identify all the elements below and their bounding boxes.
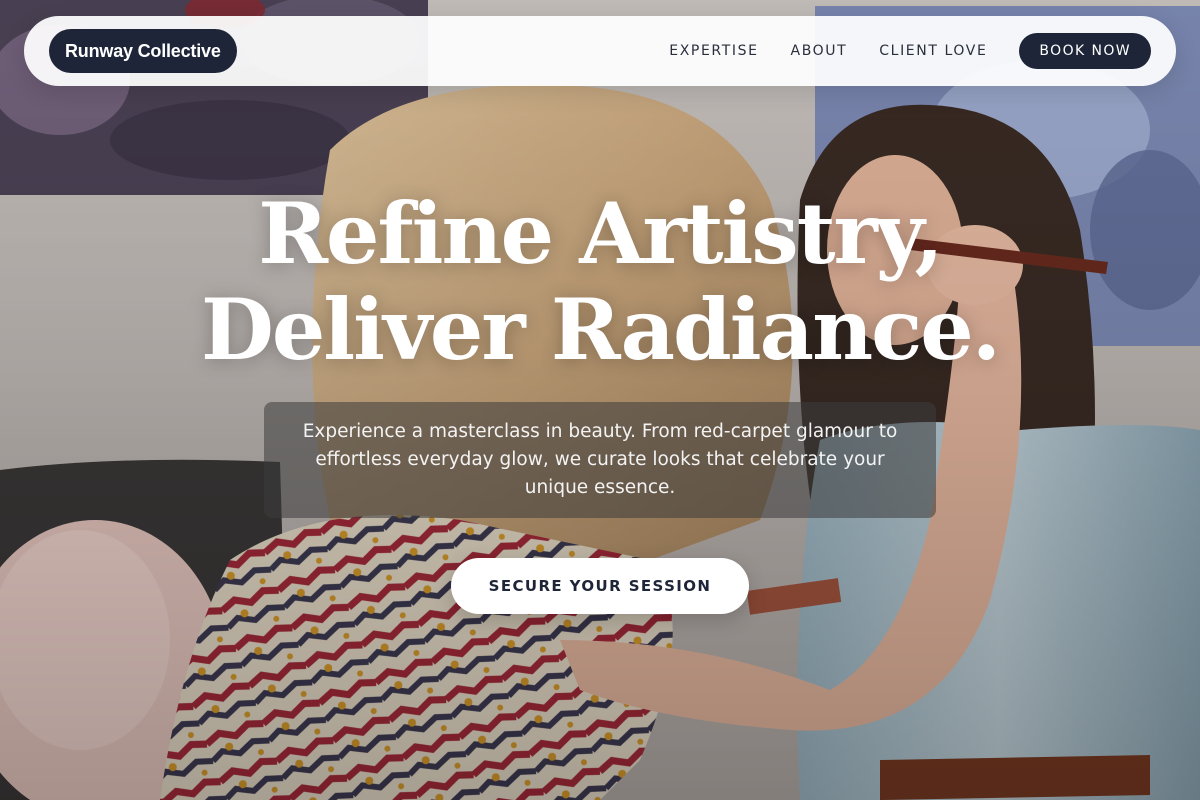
hero-headline: Refine Artistry, Deliver Radiance. [0, 186, 1200, 378]
hero-headline-line-1: Refine Artistry, [258, 184, 944, 283]
nav-link-about[interactable]: ABOUT [791, 43, 848, 59]
secure-session-button[interactable]: SECURE YOUR SESSION [451, 558, 749, 614]
nav-link-client-love[interactable]: CLIENT LOVE [879, 43, 987, 59]
nav-links: EXPERTISE ABOUT CLIENT LOVE BOOK NOW [669, 33, 1151, 69]
hero-subtitle-panel: Experience a masterclass in beauty. From… [264, 402, 936, 518]
brand-logo[interactable]: Runway Collective [49, 29, 237, 73]
hero-subtitle: Experience a masterclass in beauty. From… [302, 421, 898, 498]
top-navigation: Runway Collective EXPERTISE ABOUT CLIENT… [24, 16, 1176, 86]
hero-image-overlay [0, 0, 1200, 800]
nav-link-expertise[interactable]: EXPERTISE [669, 43, 758, 59]
hero-section: Runway Collective EXPERTISE ABOUT CLIENT… [0, 0, 1200, 800]
book-now-button[interactable]: BOOK NOW [1019, 33, 1151, 69]
hero-headline-line-2: Deliver Radiance. [200, 280, 1001, 379]
